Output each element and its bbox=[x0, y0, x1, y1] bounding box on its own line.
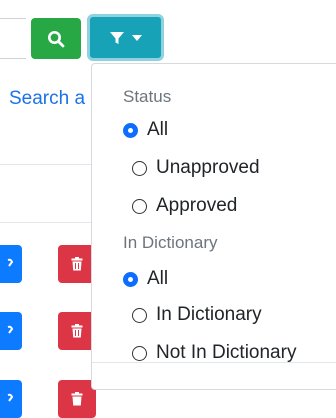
dictionary-option-not-in-dictionary[interactable]: Not In Dictionary bbox=[132, 342, 296, 364]
edit-button[interactable] bbox=[0, 312, 22, 350]
trash-icon bbox=[71, 257, 83, 271]
option-label: Unapproved bbox=[156, 157, 260, 178]
chevron-down-icon bbox=[132, 34, 142, 41]
divider bbox=[0, 164, 92, 165]
search-button[interactable] bbox=[31, 18, 81, 59]
option-label: All bbox=[147, 119, 169, 140]
dropdown-divider bbox=[92, 362, 336, 363]
radio-button[interactable] bbox=[123, 122, 138, 138]
dictionary-header: In Dictionary bbox=[123, 233, 218, 252]
radio-button[interactable] bbox=[132, 345, 147, 361]
wrench-icon bbox=[7, 258, 14, 267]
option-label: Not In Dictionary bbox=[156, 342, 297, 363]
option-label: Approved bbox=[156, 195, 238, 216]
edit-button[interactable] bbox=[0, 245, 22, 283]
wrench-icon bbox=[7, 325, 14, 334]
option-label: In Dictionary bbox=[156, 304, 262, 325]
edit-button[interactable] bbox=[0, 380, 22, 418]
radio-button[interactable] bbox=[123, 271, 138, 287]
radio-button[interactable] bbox=[132, 307, 147, 323]
dictionary-option-all[interactable]: All bbox=[123, 268, 168, 290]
status-option-unapproved[interactable]: Unapproved bbox=[132, 157, 260, 179]
wrench-icon bbox=[7, 393, 14, 402]
divider bbox=[0, 222, 92, 223]
option-label: All bbox=[147, 268, 169, 289]
status-option-approved[interactable]: Approved bbox=[132, 195, 237, 217]
status-header: Status bbox=[123, 87, 172, 106]
filter-icon bbox=[110, 31, 124, 44]
radio-button[interactable] bbox=[132, 160, 147, 176]
filter-dropdown-button[interactable] bbox=[87, 14, 164, 61]
search-input[interactable] bbox=[0, 18, 26, 59]
radio-button[interactable] bbox=[132, 198, 147, 214]
search-icon bbox=[48, 30, 65, 47]
status-option-all[interactable]: All bbox=[123, 119, 168, 141]
search-all-link[interactable]: Search a bbox=[9, 88, 85, 110]
dictionary-option-in-dictionary[interactable]: In Dictionary bbox=[132, 304, 262, 326]
trash-icon bbox=[71, 324, 83, 338]
filter-dropdown-menu: Status All Unapproved Approved In Dictio… bbox=[91, 63, 336, 390]
